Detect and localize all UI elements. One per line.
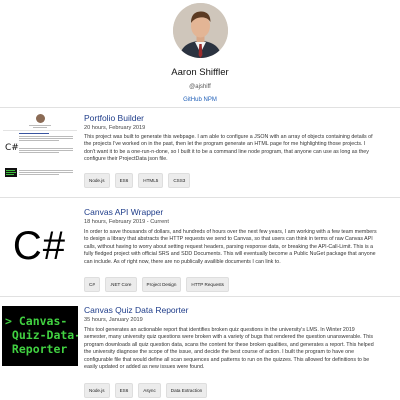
tag: ES6: [114, 383, 134, 398]
project-description: This project was built to generate this …: [84, 134, 373, 163]
avatar: [173, 3, 228, 58]
mini-line: [19, 150, 73, 151]
project-meta: 20 hours, February 2019: [84, 125, 146, 131]
portfolio-preview-image: C#: [3, 113, 77, 191]
project-meta: 18 hours, February 2019 - Current: [84, 219, 169, 225]
mini-line: [19, 170, 73, 171]
project-title[interactable]: Portfolio Builder: [84, 113, 144, 123]
profile-handle: @ajshiff: [189, 84, 211, 90]
tag: .NET Core: [104, 277, 137, 292]
mini-line: [19, 136, 73, 137]
project-thumbnail[interactable]: > Canvas- Quiz-Data- Reporter: [2, 306, 78, 366]
tag: Node.js: [84, 383, 110, 398]
project-description: In order to save thousands of dollars, a…: [84, 229, 377, 265]
project-card: C# Canvas API Wrapper 18 hours, February…: [0, 204, 400, 292]
mini-line: [19, 140, 59, 141]
project-tags: Node.js ES6 HTML5 CSS3: [84, 173, 191, 188]
project-title[interactable]: Canvas Quiz Data Reporter: [84, 305, 188, 315]
project-tags: C# .NET Core Project Design HTTP Request…: [84, 277, 229, 292]
mini-line: [33, 127, 47, 128]
profile-links: GitHub NPM: [0, 97, 400, 103]
github-link[interactable]: GitHub: [183, 97, 202, 103]
csharp-logo: C#: [12, 224, 67, 268]
project-card: C# Portfolio Builder 20 hours, February …: [0, 113, 400, 193]
mini-line: [29, 125, 51, 126]
mini-line: [19, 152, 59, 153]
tag: Project Design: [141, 277, 182, 292]
mini-line: [19, 148, 73, 149]
terminal-banner: > Canvas- Quiz-Data- Reporter: [5, 314, 78, 356]
header-divider: [0, 107, 400, 108]
project-thumbnail[interactable]: C#: [3, 113, 77, 191]
tag: Async: [138, 383, 161, 398]
tag: ES6: [114, 173, 134, 188]
tag: Node.js: [84, 173, 110, 188]
npm-link[interactable]: NPM: [204, 97, 217, 103]
portfolio-page: Aaron Shiffler @ajshiff GitHub NPM C# Po…: [0, 0, 400, 400]
tag: Data Extraction: [165, 383, 208, 398]
mini-csharp-glyph: C#: [5, 143, 19, 153]
project-tags: Node.js ES6 Async Data Extraction: [84, 383, 208, 398]
tag: CSS3: [168, 173, 191, 188]
mini-terminal-block: [5, 168, 17, 177]
project-card: > Canvas- Quiz-Data- Reporter Canvas Qui…: [0, 302, 400, 400]
mini-line: [3, 130, 77, 131]
mini-line: [19, 138, 73, 139]
project-title[interactable]: Canvas API Wrapper: [84, 207, 163, 217]
tag: C#: [84, 277, 100, 292]
profile-header: Aaron Shiffler @ajshiff GitHub NPM: [0, 0, 400, 108]
tag: HTML5: [138, 173, 164, 188]
mini-line: [19, 172, 73, 173]
tag: HTTP Requests: [186, 277, 229, 292]
mini-avatar: [36, 114, 45, 123]
mini-line: [19, 174, 59, 175]
project-description: This tool generates an actionable report…: [84, 327, 374, 371]
project-thumbnail[interactable]: C#: [2, 206, 77, 286]
project-meta: 35 hours, January 2019: [84, 317, 143, 323]
project-divider: [0, 296, 400, 297]
mini-line: [19, 133, 49, 134]
project-divider: [0, 197, 400, 198]
profile-name: Aaron Shiffler: [171, 67, 229, 78]
